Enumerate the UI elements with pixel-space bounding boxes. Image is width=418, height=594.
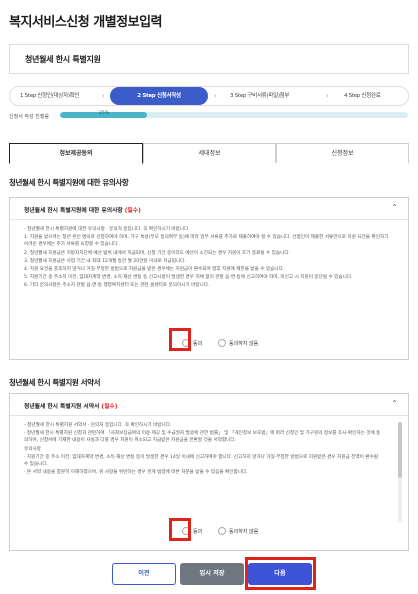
step-3: 3 Step 구비서류(파일)첨부 bbox=[230, 93, 290, 99]
radio-dot-icon bbox=[218, 527, 226, 535]
section1-notice-header[interactable]: 청년월세 한시 특별지원에 대한 유의사항 (필수) ⌃ bbox=[10, 198, 408, 220]
tab-bar: 정보제공동의 세대정보 신청정보 bbox=[9, 143, 409, 164]
progress-label: 신청서 작성 진행률 bbox=[9, 114, 49, 120]
radio-dot-icon bbox=[218, 339, 226, 347]
progress-bar bbox=[60, 112, 408, 118]
section1-title: 청년월세 한시 특별지원에 대한 유의사항 bbox=[9, 178, 129, 187]
step-arrow-icon: › bbox=[214, 92, 217, 100]
next-button-highlight bbox=[245, 557, 316, 590]
section1-agree-highlight bbox=[169, 328, 191, 351]
section2-notice-box: 청년월세 한시 특별지원 서약서 (필수) ⌃ - 청년월세 한시 특별지원 서… bbox=[9, 393, 409, 551]
step-2-active: 2 Step 신청서작성 bbox=[110, 87, 208, 105]
section1-notice-box: 청년월세 한시 특별지원에 대한 유의사항 (필수) ⌃ - 청년월세 한시 특… bbox=[9, 197, 409, 360]
service-name: 청년월세 한시 특별지원 bbox=[25, 55, 101, 64]
section1-box-title: 청년월세 한시 특별지원에 대한 유의사항 (필수) bbox=[24, 208, 141, 214]
chevron-up-icon[interactable]: ⌃ bbox=[391, 399, 398, 408]
step-1: 1 Step 신청인(대상자)확인 bbox=[20, 93, 80, 99]
section1-radio-group: 동의 동의하지 않음 bbox=[10, 339, 408, 349]
tab-consent[interactable]: 정보제공동의 bbox=[9, 143, 143, 164]
tab-household[interactable]: 세대정보 bbox=[143, 143, 276, 163]
step-arrow-icon: › bbox=[102, 92, 105, 100]
section1-disagree-radio[interactable]: 동의하지 않음 bbox=[218, 339, 258, 347]
page-title: 복지서비스신청 개별정보입력 bbox=[9, 15, 163, 30]
section2-scrollbar[interactable] bbox=[398, 422, 402, 522]
step-arrow-icon: › bbox=[326, 92, 329, 100]
section2-disagree-radio[interactable]: 동의하지 않음 bbox=[218, 527, 258, 535]
prev-button[interactable]: 이전 bbox=[112, 563, 176, 585]
section2-radio-group: 동의 동의하지 않음 bbox=[10, 527, 408, 537]
section2-title: 청년월세 한시 특별지원 서약서 bbox=[9, 378, 101, 387]
section2-agree-highlight bbox=[169, 518, 191, 541]
section2-notice-header[interactable]: 청년월세 한시 특별지원 서약서 (필수) ⌃ bbox=[10, 394, 408, 416]
scroll-thumb[interactable] bbox=[398, 422, 402, 478]
temp-save-button[interactable]: 임시 저장 bbox=[180, 563, 244, 585]
step-indicator: 1 Step 신청인(대상자)확인 › 2 Step 신청서작성 › 3 Ste… bbox=[9, 86, 409, 106]
service-name-box: 청년월세 한시 특별지원 bbox=[9, 44, 409, 74]
tab-application[interactable]: 신청정보 bbox=[276, 143, 409, 163]
section2-box-title: 청년월세 한시 특별지원 서약서 (필수) bbox=[24, 404, 118, 410]
section1-notice-text: - 청년월세 한시 특별지원에 대한 유의사항 · 문의처 등입니다. 꼭 확인… bbox=[24, 227, 389, 289]
chevron-up-icon[interactable]: ⌃ bbox=[391, 203, 398, 212]
progress-percent: 25% bbox=[99, 111, 110, 116]
section2-notice-text: - 청년월세 한시 특별지원 서약서 · 문의처 등입니다. 꼭 확인하시기 바… bbox=[24, 423, 381, 476]
step-4: 4 Step 신청완료 bbox=[344, 93, 381, 99]
